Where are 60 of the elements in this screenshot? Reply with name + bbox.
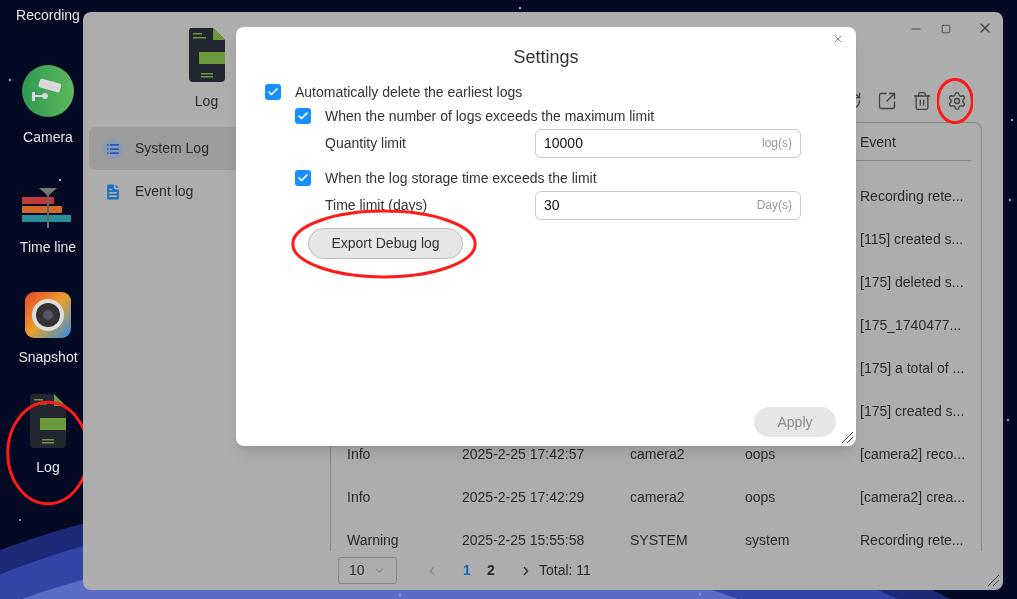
table-cell-text: oops	[744, 445, 777, 462]
table-cell-text: [camera2] crea...	[859, 488, 967, 505]
table-cell-text: camera2	[629, 445, 686, 462]
input-field[interactable]: 10000 log(s)	[535, 128, 801, 158]
security-camera-icon[interactable]	[21, 64, 75, 118]
table-cell-text: 2025-2-25 15:55:58	[461, 531, 586, 548]
table-cell-text: camera2	[629, 488, 686, 505]
desktop-icon-label[interactable]: Recording	[16, 6, 80, 24]
table-cell-text: [175] created s...	[859, 402, 966, 419]
table-cell-text: Recording rete...	[859, 187, 965, 204]
desktop-icon-label[interactable]: Log	[36, 458, 60, 476]
desktop-icon-label[interactable]: Time line	[19, 238, 77, 256]
total-count: Total: 11	[539, 561, 591, 580]
unit-label: Day(s)	[756, 197, 792, 214]
check-icon	[297, 172, 309, 184]
export-debug-log-button[interactable]: Export Debug log	[308, 228, 463, 259]
table-cell-text: oops	[744, 488, 777, 505]
desktop-icon-label[interactable]: Snapshot	[18, 348, 78, 366]
desktop-icon-label[interactable]: Camera	[23, 128, 73, 146]
checkbox[interactable]	[295, 170, 311, 186]
checkbox[interactable]	[295, 108, 311, 124]
field-label: Time limit (days)	[325, 195, 428, 215]
close-icon[interactable]	[832, 33, 844, 45]
option-label: Automatically delete the earliest logs	[295, 82, 523, 102]
table-cell-text: SYSTEM	[629, 531, 689, 548]
maximize-icon[interactable]	[941, 24, 951, 34]
table-cell-text: [175_1740477...	[859, 316, 963, 333]
trash-icon[interactable]	[911, 91, 932, 111]
check-icon	[267, 86, 279, 98]
option-label: When the log storage time exceeds the limit	[325, 168, 597, 188]
camera-lens-icon[interactable]	[25, 292, 71, 338]
unit-label: log(s)	[762, 135, 792, 152]
settings-icon[interactable]	[946, 91, 967, 111]
log-file-icon[interactable]	[30, 394, 66, 448]
app-title: Log	[194, 92, 219, 111]
export-icon[interactable]	[876, 91, 897, 111]
table-cell-text: system	[744, 531, 791, 548]
table-cell-text: 2025-2-25 17:42:29	[461, 488, 586, 505]
table-cell-text: [175] deleted s...	[859, 273, 965, 290]
list-icon	[103, 138, 123, 159]
option-label: When the number of logs exceeds the maximum limit	[325, 106, 655, 126]
timeline-icon[interactable]	[22, 188, 74, 228]
table-cell-text: Warning	[346, 531, 400, 548]
log-file-icon	[188, 28, 225, 82]
table-cell-text: [camera2] reco...	[859, 445, 967, 462]
table-cell-text: 2025-2-25 17:42:57	[461, 445, 586, 462]
resize-grip-icon[interactable]	[840, 430, 854, 444]
column-header: Event	[859, 133, 897, 150]
page-number[interactable]: 2	[481, 560, 501, 581]
checkbox[interactable]	[265, 84, 281, 100]
table-cell-text: Recording rete...	[859, 531, 965, 548]
input-field[interactable]: 30 Day(s)	[535, 190, 801, 220]
table-cell-text: [115] created s...	[859, 230, 965, 247]
resize-grip-icon[interactable]	[986, 573, 1000, 587]
table-cell-text: [175] a total of ...	[859, 359, 966, 376]
table-cell-text: Info	[346, 445, 372, 462]
check-icon	[297, 110, 309, 122]
table-cell-text: Info	[346, 488, 372, 505]
page-size-select[interactable]: 10	[338, 557, 397, 584]
dialog-title: Settings	[512, 46, 580, 69]
